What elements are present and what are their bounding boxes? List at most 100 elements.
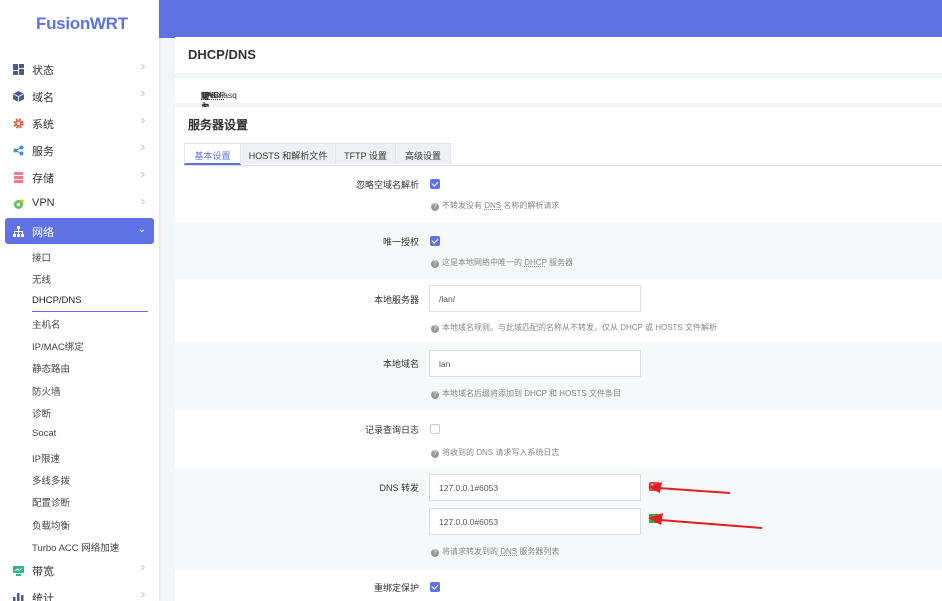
network-submenu: 接口无线 DHCP/DNS 主机名 IP/MAC绑定 静态路由防火墙诊断 Socat IP限… [0,244,159,557]
sidebar-subitem[interactable]: 静态路由 [0,356,159,378]
sidebar-subitem-label: 静态路由 [32,364,71,376]
sidebar-subitem-label: 负载均衡 [32,520,71,532]
sidebar-subitem-label: IP限速 [32,453,60,465]
dns-forward-input[interactable] [429,508,641,535]
local-domain-input[interactable] [429,350,641,377]
sidebar-subitem-label: Turbo ACC 网络加速 [32,542,120,554]
sidebar-subitem-label: DHCP/DNS [32,294,82,306]
sidebar-subitem[interactable]: 无线 [0,267,159,289]
help-icon: ? [431,450,439,458]
sidebar-subitem-label: 诊断 [32,409,52,421]
vpn-icon [14,199,24,209]
field-label: 重绑定保护 [373,583,419,593]
sidebar-item-domain[interactable]: 域名 > [0,83,159,110]
sidebar-subitem[interactable]: IP限速 [0,446,159,468]
chevron-right-icon: > [141,170,146,181]
sidebar-item-label: 网络 [32,227,54,239]
annotation-arrow [648,513,763,529]
tab-label: TFTP 设置 [344,151,387,161]
help-text: 本地域名后缀将添加到 DHCP 和 HOSTS 文件条目 [442,389,621,398]
tab-bar: 基本设置 HOSTS 和解析文件 TFTP 设置 高级设置 [184,143,942,166]
help-text: 本地域名规则。与此域匹配的名称从不转发，仅从 DHCP 或 HOSTS 文件解析 [442,323,717,332]
chevron-right-icon: > [141,89,146,100]
local-server-input[interactable] [429,285,641,312]
field-label: 忽略空域名解析 [355,180,419,190]
sidebar-item-label: 服务 [32,146,54,158]
sidebar-subitem[interactable]: Socat [0,423,159,445]
sidebar-subitem[interactable]: 诊断 [0,401,159,423]
help-text: 服务器列表 [517,547,560,556]
help-text: 不转发没有 [442,201,485,210]
sidebar-item-label: 状态 [32,65,54,77]
sidebar-subitem[interactable]: 多线多拨 [0,468,159,490]
help-text: 这是本地网络中唯一的 [442,258,525,267]
sidebar-item-system[interactable]: 系统 > [0,110,159,137]
rebind-checkbox[interactable] [430,582,440,592]
field-label: 唯一授权 [382,237,419,247]
server-settings-section: 服务器设置 基本设置 HOSTS 和解析文件 TFTP 设置 高级设置 忽略空域… [175,107,942,601]
help-icon: ? [431,203,439,211]
sidebar-item-stats[interactable]: 统计 > [0,584,159,601]
chevron-right-icon: > [141,116,146,127]
chevron-right-icon: > [141,563,146,575]
sidebar-subitem[interactable]: 接口 [0,245,159,267]
sidebar-subitem-label: 配置诊断 [32,498,71,510]
title-card: DHCP/DNS [175,37,942,73]
dashboard-icon [13,64,24,75]
storage-icon [14,172,23,183]
annotation-arrow [648,482,731,494]
sidebar-item-network[interactable]: 网络 ⌄ [5,218,154,244]
bandwidth-icon [13,566,24,577]
sidebar-subitem[interactable]: DHCP/DNS [0,290,159,313]
sidebar-item-label: 域名 [32,92,54,104]
authoritative-checkbox[interactable] [430,236,440,246]
sidebar-subitem[interactable]: 防火墙 [0,379,159,401]
tab-advanced[interactable]: 高级设置 [395,143,451,164]
sidebar-item-label: 存储 [32,173,54,185]
row-domainneeded: 忽略空域名解析 ? 不转发没有 DNS 名称的解析请求 [175,167,942,222]
help-text: 服务器 [546,258,573,267]
brand-logo: FusionWRT [36,14,128,33]
sidebar-menu: 状态 > 域名 > 系统 > 服务 > 存储 > VPN > 网络 ⌄ 接口 无… [0,56,159,601]
sidebar-subitem[interactable]: 负载均衡 [0,513,159,535]
dns-forward-input[interactable] [429,474,641,501]
tab-tftp[interactable]: TFTP 设置 [335,143,396,164]
field-label: 本地域名 [382,359,419,369]
domainneeded-checkbox[interactable] [430,179,440,189]
sidebar-item-vpn[interactable]: VPN > [0,191,159,218]
stats-icon [13,593,24,601]
logqueries-checkbox[interactable] [430,424,440,434]
tab-basic[interactable]: 基本设置 [184,143,241,165]
sidebar-item-status[interactable]: 状态 > [0,56,159,83]
sidebar-subitem-label: IP/MAC绑定 [32,342,84,354]
sidebar-subitem-label: 接口 [32,253,52,264]
help-icon: ? [431,260,439,268]
row-domain: 本地域名 ?本地域名后缀将添加到 DHCP 和 HOSTS 文件条目 [175,342,942,410]
tab-hosts[interactable]: HOSTS 和解析文件 [240,143,336,164]
sidebar-item-bandwidth[interactable]: 带宽 > [0,557,159,584]
field-help: ? 本地域名后缀将添加到 DHCP 和 HOSTS 文件条目 [431,388,621,399]
help-icon: ? [431,325,439,333]
sidebar-item-storage[interactable]: 存储 > [0,164,159,191]
sidebar-subitem[interactable]: Turbo ACC 网络加速 [0,535,159,557]
chevron-right-icon: > [141,143,146,154]
field-label: 本地服务器 [373,295,419,305]
field-help: ? 将请求转发到的 DNS 服务器列表 [431,546,559,557]
page-description: Dnsmasq 为 NAT 防火墙提供了一个集成的 DHCP 服务器和 DNS … [175,78,942,221]
sidebar-item-label: 系统 [32,119,54,131]
field-label: DNS 转发 [379,483,419,493]
section-title: 服务器设置 [188,118,249,132]
row-dns-forward: DNS 转发 ?将请求转发到的 DNS 服务器列表 [175,467,942,570]
sidebar-subitem[interactable]: 配置诊断 [0,490,159,512]
help-text: 将请求转发到的 [442,547,501,556]
cube-icon [13,91,24,102]
sidebar-subitem[interactable]: 主机名 [0,312,159,334]
sidebar-item-services[interactable]: 服务 > [0,137,159,164]
field-label: 记录查询日志 [364,425,419,435]
chevron-right-icon: > [141,590,146,601]
sidebar-subitem[interactable]: IP/MAC绑定 [0,334,159,356]
sidebar-subitem-label: 多线多拨 [32,475,71,487]
field-help: ? 将收到的 DNS 请求写入系统日志 [431,447,559,458]
help-abbr: DHCP [524,258,547,267]
sidebar-subitem-label: 无线 [32,275,52,287]
